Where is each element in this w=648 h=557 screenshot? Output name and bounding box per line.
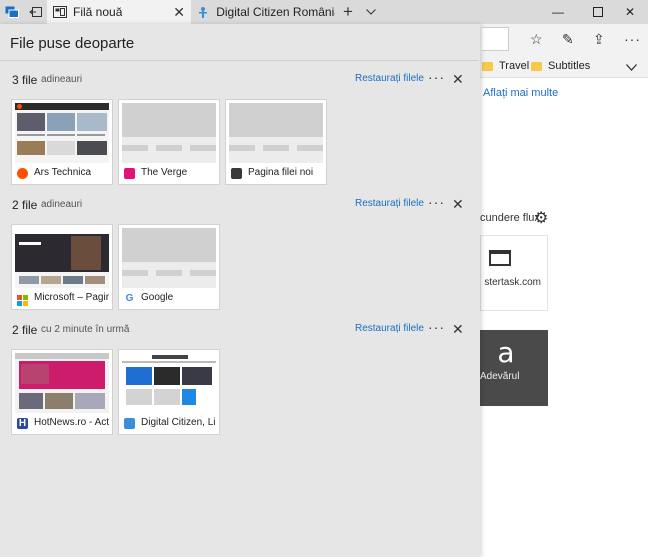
favorite-label: Travel — [499, 60, 530, 72]
share-icon[interactable]: ⇪ — [593, 31, 605, 48]
group-count: 3 file — [12, 73, 38, 87]
page-thumbnail — [122, 103, 216, 163]
learn-more-link[interactable]: Aflați mai multe — [483, 87, 558, 99]
maximize-icon[interactable] — [580, 0, 616, 24]
restore-tabs-link[interactable]: Restaurați filele — [355, 73, 424, 84]
tab-new-tab[interactable]: Filă nouă ✕ — [47, 0, 191, 24]
tab-card-title: HotNews.ro - Act — [34, 417, 110, 428]
page-thumbnail — [15, 228, 109, 288]
page-thumbnail — [15, 353, 109, 413]
close-icon[interactable]: ✕ — [452, 71, 464, 88]
hotnews-icon: H — [17, 418, 28, 429]
folder-icon — [531, 61, 542, 71]
favorite-label: Subtitles — [548, 60, 591, 72]
tab-card-title: Digital Citizen, Li — [141, 417, 216, 428]
more-icon[interactable]: ··· — [428, 319, 445, 335]
close-tab-icon[interactable]: ✕ — [173, 4, 185, 20]
favorites-star-icon[interactable]: ☆ — [530, 31, 543, 48]
tab-title: Filă nouă — [73, 5, 123, 19]
favorite-folder-subtitles[interactable]: Subtitles — [531, 60, 590, 72]
top-site-tile[interactable]: a Adevărul — [480, 330, 548, 406]
page-thumbnail — [122, 353, 216, 413]
page-thumbnail — [15, 103, 109, 163]
tab-card[interactable]: Ars Technica — [11, 99, 113, 185]
tab-preview-chevron-icon[interactable] — [360, 0, 382, 24]
group-count: 2 file — [12, 323, 38, 337]
more-icon[interactable]: ··· — [428, 194, 445, 210]
tab-title: Digital Citizen România, Via — [216, 5, 335, 19]
window-icon — [489, 250, 511, 266]
verge-icon — [124, 168, 135, 179]
tile-label: stertask.com — [484, 277, 541, 288]
tab-group: 3 file adineauri Restaurați filele ··· ✕… — [0, 69, 480, 193]
group-time: adineauri — [41, 199, 83, 210]
more-icon[interactable]: ··· — [624, 31, 641, 47]
set-tabs-aside-icon[interactable] — [24, 0, 47, 24]
new-tab-plus-icon[interactable]: + — [337, 0, 359, 24]
group-time: cu 2 minute în urmă — [41, 324, 130, 335]
tab-card[interactable]: Microsoft – Pagir — [11, 224, 113, 310]
digitalcitizen-icon — [124, 418, 135, 429]
group-count: 2 file — [12, 198, 38, 212]
tab-card[interactable]: The Verge — [118, 99, 220, 185]
close-window-icon[interactable]: ✕ — [612, 0, 648, 24]
restore-tabs-link[interactable]: Restaurați filele — [355, 323, 424, 334]
tab-card[interactable]: H HotNews.ro - Act — [11, 349, 113, 435]
tab-group: 2 file adineauri Restaurați filele ··· ✕… — [0, 194, 480, 318]
more-icon[interactable]: ··· — [428, 69, 445, 85]
tab-card-title: Google — [141, 292, 174, 303]
page-thumbnail — [122, 228, 216, 288]
new-tab-icon — [53, 6, 67, 18]
tab-card-title: Ars Technica — [34, 167, 92, 178]
favorite-folder-travel[interactable]: Travel — [482, 60, 529, 72]
tab-card-title: The Verge — [141, 167, 188, 178]
tab-group: 2 file cu 2 minute în urmă Restaurați fi… — [0, 319, 480, 443]
feed-label: cundere flux — [480, 212, 540, 224]
page-thumbnail — [229, 103, 323, 163]
newtab-icon — [231, 168, 242, 179]
digitalcitizen-favicon-icon — [197, 6, 210, 18]
panel-title: File puse deoparte — [10, 35, 135, 52]
minimize-icon[interactable]: — — [540, 0, 576, 24]
tabs-aside-panel: File puse deoparte 3 file adineauri Rest… — [0, 24, 480, 557]
tile-letter: a — [497, 336, 515, 369]
close-icon[interactable]: ✕ — [452, 321, 464, 338]
gear-icon[interactable]: ⚙ — [534, 208, 548, 228]
tab-strip: Filă nouă ✕ Digital Citizen România, Via… — [0, 0, 648, 24]
top-site-tile[interactable]: stertask.com — [480, 235, 548, 311]
address-bar[interactable] — [482, 27, 509, 51]
tabs-aside-icon[interactable] — [0, 0, 24, 24]
folder-icon — [482, 61, 493, 71]
close-icon[interactable]: ✕ — [452, 196, 464, 213]
google-icon: G — [125, 293, 134, 304]
tab-card-title: Microsoft – Pagir — [34, 292, 110, 303]
restore-tabs-link[interactable]: Restaurați filele — [355, 198, 424, 209]
pen-icon[interactable]: ✎ — [562, 31, 574, 48]
tab-card[interactable]: Digital Citizen, Li — [118, 349, 220, 435]
tab-card[interactable]: G Google — [118, 224, 220, 310]
ars-icon — [17, 168, 28, 179]
chevron-down-icon[interactable] — [626, 58, 637, 74]
divider — [0, 60, 478, 61]
tab-card[interactable]: Pagina filei noi — [225, 99, 327, 185]
microsoft-icon — [17, 293, 28, 306]
tab-card-title: Pagina filei noi — [248, 167, 314, 178]
tab-digital-citizen[interactable]: Digital Citizen România, Via — [191, 0, 335, 24]
group-time: adineauri — [41, 74, 83, 85]
tile-label: Adevărul — [480, 371, 520, 382]
